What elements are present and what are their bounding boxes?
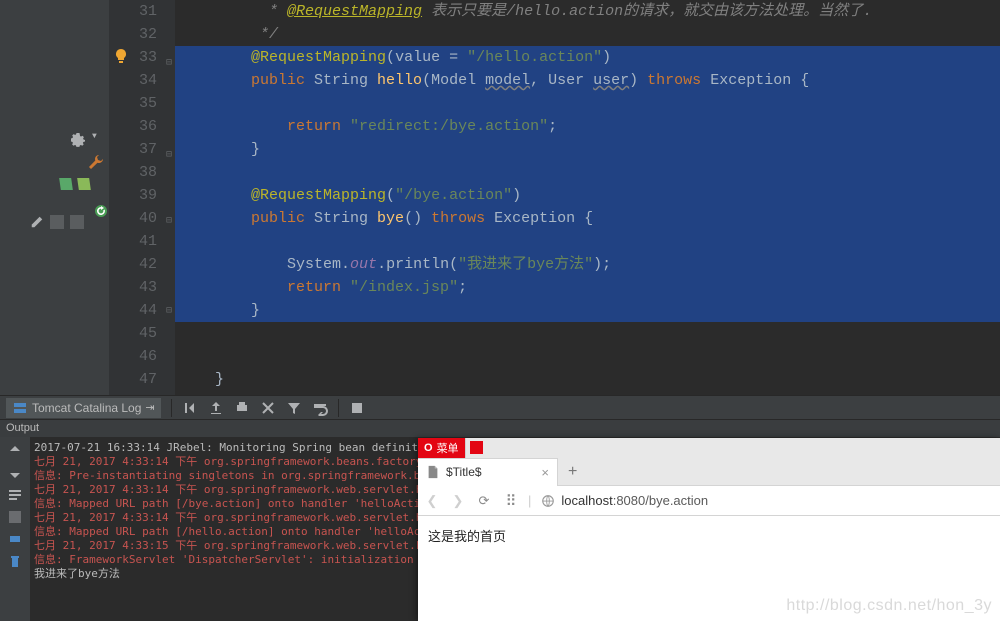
browser-page-content: 这是我的首页 (418, 516, 1000, 555)
opera-menu-label: 菜单 (437, 440, 459, 456)
pencil-icon[interactable] (30, 215, 44, 229)
print-console-icon[interactable] (7, 531, 23, 547)
line-number-gutter: 31 32 33 34 35 36 37 38 39 40 41 42 43 4… (109, 0, 175, 395)
stop-icon[interactable] (50, 215, 64, 229)
forward-button[interactable]: ❯ (450, 493, 466, 509)
line-number: 36 (109, 115, 157, 138)
line-number: 34 (109, 69, 157, 92)
scroll-icon[interactable] (7, 509, 23, 525)
browser-title-bar: O 菜单 (418, 438, 1000, 458)
print-icon[interactable] (234, 400, 250, 416)
close-tab-icon[interactable]: × (541, 465, 549, 480)
back-button[interactable]: ❮ (424, 493, 440, 509)
opera-menu-button[interactable]: O 菜单 (418, 438, 465, 458)
watermark: http://blog.csdn.net/hon_3y (786, 597, 992, 615)
fold-end-icon[interactable]: ⊟ (166, 300, 172, 323)
scroll-to-end-icon[interactable] (182, 400, 198, 416)
url-port: :8080 (613, 493, 646, 508)
tab-title: $Title$ (446, 465, 482, 479)
lightbulb-icon[interactable] (113, 48, 129, 64)
fold-icon[interactable]: ⊟ (166, 210, 172, 233)
line-number: 41 (109, 230, 157, 253)
browser-tab-bar: $Title$ × + (418, 458, 1000, 486)
stop-icon-2[interactable] (70, 215, 84, 229)
line-number: 39 (109, 184, 157, 207)
fold-end-icon[interactable]: ⊟ (166, 144, 172, 167)
clear-icon[interactable] (260, 400, 276, 416)
tab-tomcat-log[interactable]: Tomcat Catalina Log ⇥ (6, 398, 161, 418)
line-number: 38 (109, 161, 157, 184)
flag-icon[interactable] (470, 441, 483, 454)
fold-icon[interactable]: ⊟ (166, 52, 172, 75)
trash-icon[interactable] (7, 553, 23, 569)
line-number: 43 (109, 276, 157, 299)
opera-logo-icon: O (424, 442, 433, 454)
dropdown-caret-icon[interactable]: ▼ (92, 132, 97, 148)
line-number: 46 (109, 345, 157, 368)
refresh-icon[interactable] (93, 203, 109, 219)
log-tab-bar: Tomcat Catalina Log ⇥ (0, 395, 1000, 419)
browser-window: O 菜单 $Title$ × + ❮ ❯ ⟳ ⠿ | localhost:808… (418, 438, 1000, 621)
address-bar[interactable]: localhost:8080/bye.action (541, 493, 994, 508)
page-icon (426, 465, 440, 479)
ide-left-toolbar: ▼ (0, 0, 109, 395)
filter-icon[interactable] (286, 400, 302, 416)
tab-label: Tomcat Catalina Log (32, 401, 141, 415)
code-editor[interactable]: * @RequestMapping 表示只要是/hello.action的请求，… (175, 0, 1000, 395)
new-tab-button[interactable]: + (558, 463, 587, 481)
export-icon[interactable] (208, 400, 224, 416)
run-icon[interactable] (59, 178, 73, 190)
gear-icon[interactable] (70, 132, 86, 148)
line-number: 35 (109, 92, 157, 115)
globe-icon (541, 494, 555, 508)
console-toolbar (0, 437, 30, 621)
line-number: 47 (109, 368, 157, 391)
server-icon (12, 400, 28, 416)
output-header: Output (0, 419, 1000, 437)
down-icon[interactable] (7, 465, 23, 481)
reload-button[interactable]: ⟳ (476, 493, 492, 509)
wrap-icon[interactable] (312, 400, 328, 416)
line-number: 37 (109, 138, 157, 161)
speed-dial-icon[interactable]: ⠿ (502, 493, 518, 509)
browser-tab[interactable]: $Title$ × (418, 458, 558, 486)
wrench-icon[interactable] (88, 155, 104, 171)
url-path: /bye.action (645, 493, 708, 508)
line-number: 40 (109, 207, 157, 230)
url-host: localhost (561, 493, 612, 508)
line-number: 42 (109, 253, 157, 276)
line-number: 32 (109, 23, 157, 46)
editor-area: ▼ 31 32 33 34 35 36 37 38 39 40 41 42 43… (0, 0, 1000, 395)
browser-toolbar: ❮ ❯ ⟳ ⠿ | localhost:8080/bye.action (418, 486, 1000, 516)
line-number: 45 (109, 322, 157, 345)
pin-icon: ⇥ (145, 401, 154, 414)
wrap-text-icon[interactable] (7, 487, 23, 503)
line-number: 44 (109, 299, 157, 322)
soft-wrap-icon[interactable] (349, 400, 365, 416)
up-icon[interactable] (7, 443, 23, 459)
run-icon-2[interactable] (77, 178, 91, 190)
